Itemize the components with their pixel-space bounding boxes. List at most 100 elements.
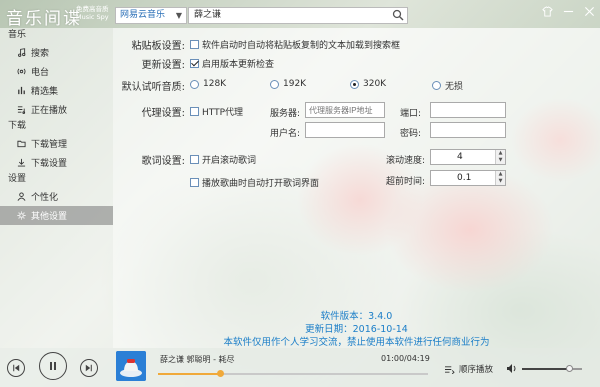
progress-fill <box>158 373 221 375</box>
lyrics-auto-open-text: 播放歌曲时自动打开歌词界面 <box>202 179 320 189</box>
app-logo-subtitle: 免费高音质 Music Spy <box>76 5 109 21</box>
stepper-down-icon[interactable]: ▼ <box>495 178 505 185</box>
minimize-button[interactable] <box>561 4 575 18</box>
chevron-down-icon: ▼ <box>175 11 182 20</box>
radio-128k[interactable] <box>190 79 199 89</box>
proxy-label: 代理设置: <box>141 108 185 119</box>
lyrics-setting-row: 歌词设置: 开启滚动歌词 <box>113 152 256 167</box>
proxy-option-text: HTTP代理 <box>202 108 244 118</box>
minimize-icon <box>563 10 573 12</box>
sidebar-section-download: 下载 <box>8 121 27 131</box>
progress-bar[interactable] <box>158 370 428 377</box>
sidebar-item-collections[interactable]: 精选集 <box>0 81 113 100</box>
music-source-select[interactable]: 网易云音乐 ▼ <box>115 7 187 24</box>
stepper-down-icon[interactable]: ▼ <box>495 157 505 164</box>
update-option-text: 启用版本更新检查 <box>202 60 275 70</box>
folder-icon <box>17 140 26 148</box>
proxy-checkbox[interactable] <box>190 107 199 116</box>
quality-option-lossless[interactable]: 无损 <box>432 79 463 92</box>
play-mode-button[interactable]: 顺序播放 <box>444 363 493 375</box>
next-icon <box>85 364 92 372</box>
title-bar: 音乐间谍 免费高音质 Music Spy 网易云音乐 ▼ 薛之谦 <box>0 0 600 29</box>
sidebar-section-music: 音乐 <box>8 30 27 40</box>
app-logo: 音乐间谍 <box>6 9 82 29</box>
previous-icon <box>13 364 20 372</box>
previous-button[interactable] <box>7 359 25 377</box>
lyrics-auto-open-row: 播放歌曲时自动打开歌词界面 <box>190 176 319 189</box>
update-label: 更新设置: <box>141 60 185 71</box>
pause-icon <box>50 362 56 370</box>
proxy-password-label: 密码: <box>400 129 422 139</box>
next-button[interactable] <box>80 359 98 377</box>
proxy-port-label: 端口: <box>400 109 422 119</box>
sidebar: 音乐 搜索 电台 精选集 正在播放 下载 下载管理 下载设置 设置 个性化 其他… <box>0 28 113 348</box>
music-note-icon <box>18 48 26 57</box>
lyrics-scroll-checkbox[interactable] <box>190 155 199 164</box>
lyrics-auto-open-checkbox[interactable] <box>190 178 199 187</box>
radio-icon <box>17 68 26 75</box>
stepper-up-icon[interactable]: ▲ <box>495 171 505 178</box>
lyrics-scroll-text: 开启滚动歌词 <box>202 156 257 166</box>
clipboard-setting-row: 粘贴板设置: 软件启动时自动将粘贴板复制的文本加载到搜索框 <box>113 37 400 52</box>
update-checkbox[interactable] <box>190 59 199 68</box>
sidebar-item-search[interactable]: 搜索 <box>0 43 113 62</box>
download-icon <box>17 158 26 167</box>
proxy-password-input[interactable] <box>430 122 506 138</box>
proxy-user-input[interactable] <box>305 122 385 138</box>
scroll-speed-stepper[interactable]: 4 ▲ ▼ <box>430 149 506 165</box>
clipboard-label: 粘贴板设置: <box>131 41 185 52</box>
quality-option-192k[interactable]: 192K <box>270 79 306 89</box>
volume-icon[interactable] <box>506 363 518 374</box>
clipboard-option-text: 软件启动时自动将粘贴板复制的文本加载到搜索框 <box>202 41 401 51</box>
sidebar-item-personalize[interactable]: 个性化 <box>0 187 113 206</box>
sidebar-item-radio[interactable]: 电台 <box>0 62 113 81</box>
person-icon <box>17 192 26 201</box>
chart-bars-icon <box>18 86 25 95</box>
advance-time-stepper[interactable]: 0.1 ▲ ▼ <box>430 170 506 186</box>
radio-320k[interactable] <box>350 79 359 89</box>
settings-panel <box>113 28 600 348</box>
radio-192k[interactable] <box>270 79 279 89</box>
playlist-icon <box>17 106 26 114</box>
gear-icon <box>17 211 26 220</box>
volume-handle[interactable] <box>565 365 573 372</box>
pause-button[interactable] <box>39 352 67 380</box>
quality-option-320k[interactable]: 320K <box>350 79 386 89</box>
now-playing-time: 01:00/04:19 <box>381 354 430 363</box>
close-icon <box>584 6 594 16</box>
notice-text: 本软件仅用作个人学习交流，禁止使用本软件进行任何商业行为 <box>223 337 490 348</box>
sidebar-item-download-manager[interactable]: 下载管理 <box>0 134 113 153</box>
stepper-up-icon[interactable]: ▲ <box>495 150 505 157</box>
album-art-image <box>116 351 146 381</box>
sequence-icon <box>445 365 455 374</box>
volume-fill <box>522 368 569 370</box>
shirt-icon <box>541 5 553 17</box>
sidebar-item-download-settings[interactable]: 下载设置 <box>0 153 113 172</box>
search-icon[interactable] <box>392 9 404 21</box>
update-date-text: 更新日期：2016-10-14 <box>305 324 408 335</box>
quality-label: 默认试听音质: <box>121 82 185 93</box>
proxy-server-input[interactable] <box>305 102 385 118</box>
quality-option-128k[interactable]: 128K <box>190 79 226 89</box>
sidebar-section-settings: 设置 <box>8 174 27 184</box>
skin-button[interactable] <box>540 4 554 18</box>
proxy-user-label: 用户名: <box>270 129 301 139</box>
clipboard-checkbox[interactable] <box>190 40 199 49</box>
sidebar-item-now-playing[interactable]: 正在播放 <box>0 100 113 119</box>
update-setting-row: 更新设置: 启用版本更新检查 <box>113 56 274 71</box>
now-playing-title: 薛之谦 郭聪明 - 耗尽 <box>160 355 235 364</box>
window-controls <box>540 4 596 18</box>
scroll-speed-label: 滚动速度: <box>386 156 426 166</box>
sidebar-item-other-settings[interactable]: 其他设置 <box>0 206 113 225</box>
radio-lossless[interactable] <box>432 81 441 90</box>
version-text: 软件版本：3.4.0 <box>320 311 393 322</box>
volume-slider[interactable] <box>522 365 582 372</box>
advance-time-label: 超前时间: <box>386 177 426 187</box>
search-input[interactable]: 薛之谦 <box>188 7 408 24</box>
close-button[interactable] <box>582 4 596 18</box>
proxy-setting-row: 代理设置: HTTP代理 <box>113 104 243 119</box>
proxy-port-input[interactable] <box>430 102 506 118</box>
proxy-server-label: 服务器: <box>270 109 301 119</box>
quality-setting-row: 默认试听音质: <box>113 78 185 93</box>
album-cover[interactable] <box>116 351 146 381</box>
